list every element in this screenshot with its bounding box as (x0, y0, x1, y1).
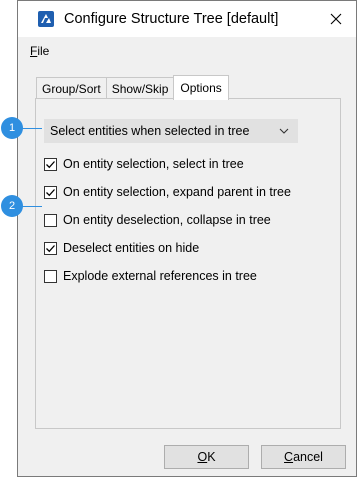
option-label: On entity deselection, collapse in tree (63, 213, 271, 227)
options-panel: Select entities when selected in tree On… (35, 98, 341, 429)
tab-options[interactable]: Options (173, 75, 229, 100)
option-label: Deselect entities on hide (63, 241, 200, 255)
callout-2-line (22, 206, 42, 207)
checkmark-icon (46, 160, 55, 168)
callout-1: 1 (1, 117, 23, 139)
option-label: On entity selection, select in tree (63, 157, 244, 171)
callout-2: 2 (1, 195, 23, 217)
checkbox-deselect-on-hide[interactable] (44, 241, 57, 255)
selection-mode-dropdown[interactable]: Select entities when selected in tree (44, 119, 298, 143)
checkmark-icon (46, 244, 55, 252)
callout-1-line (22, 128, 42, 129)
option-explode-xrefs[interactable]: Explode external references in tree (44, 267, 257, 285)
checkmark-icon (46, 188, 55, 196)
chevron-down-icon (279, 128, 289, 134)
option-deselect-on-hide[interactable]: Deselect entities on hide (44, 239, 199, 257)
checkbox-select-in-tree[interactable] (44, 157, 57, 171)
checkbox-collapse-in-tree[interactable] (44, 213, 57, 227)
cancel-label: ancel (293, 450, 323, 464)
close-icon (330, 13, 342, 25)
dropdown-value: Select entities when selected in tree (50, 124, 250, 138)
cancel-button[interactable]: Cancel (261, 445, 346, 469)
menu-bar: File (18, 37, 356, 65)
close-button[interactable] (316, 1, 356, 37)
bricscad-logo-icon (38, 11, 54, 27)
option-collapse-in-tree[interactable]: On entity deselection, collapse in tree (44, 211, 271, 229)
option-expand-parent[interactable]: On entity selection, expand parent in tr… (44, 183, 291, 201)
option-select-in-tree[interactable]: On entity selection, select in tree (44, 155, 244, 173)
menu-file-label: ile (37, 44, 50, 58)
tab-strip: Group/Sort Show/Skip Options (36, 75, 229, 100)
window-title: Configure Structure Tree [default] (64, 11, 279, 27)
tab-group-sort[interactable]: Group/Sort (36, 77, 107, 99)
ok-label: K (207, 450, 216, 464)
dialog-window: Configure Structure Tree [default] File … (17, 0, 357, 477)
menu-file[interactable]: File (27, 41, 52, 61)
checkbox-expand-parent[interactable] (44, 185, 57, 199)
ok-mnemonic: O (197, 450, 208, 464)
checkbox-explode-xrefs[interactable] (44, 269, 57, 283)
option-label: Explode external references in tree (63, 269, 257, 283)
title-bar[interactable]: Configure Structure Tree [default] (18, 1, 356, 37)
cancel-mnemonic: C (284, 450, 294, 464)
tab-show-skip[interactable]: Show/Skip (105, 77, 175, 99)
ok-button[interactable]: OK (164, 445, 249, 469)
option-label: On entity selection, expand parent in tr… (63, 185, 291, 199)
